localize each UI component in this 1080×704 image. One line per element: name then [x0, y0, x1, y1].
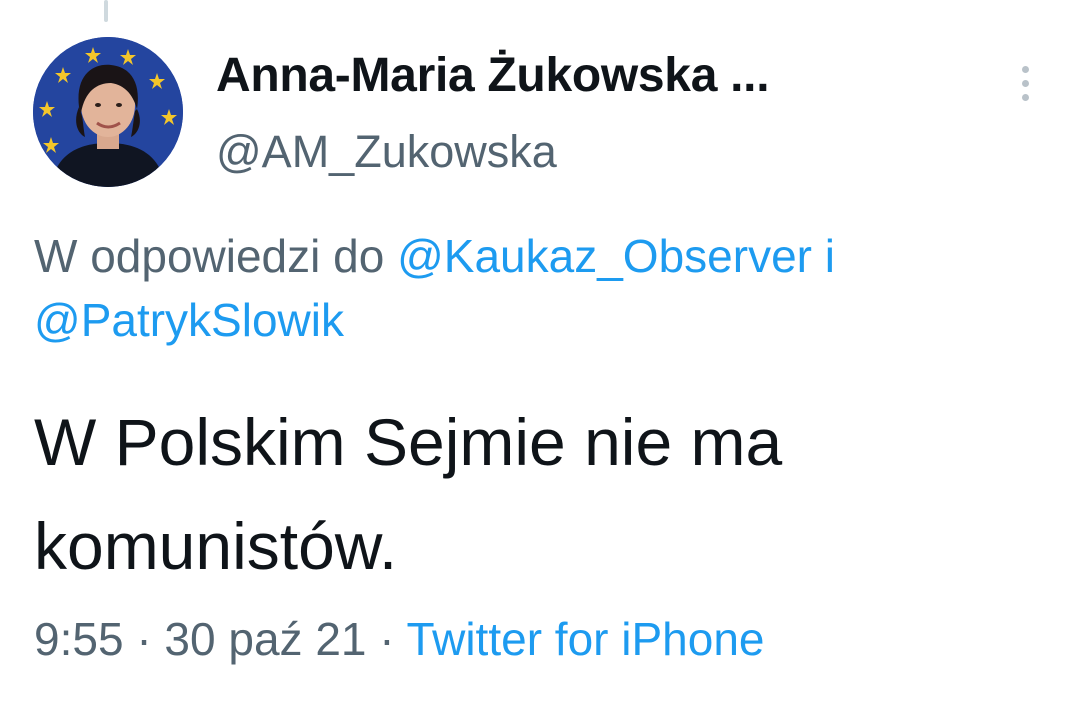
tweet-time[interactable]: 9:55: [34, 613, 124, 665]
meta-separator: ·: [136, 613, 152, 665]
reply-context-conjunction: i: [824, 230, 835, 282]
avatar-photo: [33, 37, 183, 187]
meta-separator: ·: [379, 613, 395, 665]
more-vertical-icon: [1021, 65, 1029, 73]
author-display-name[interactable]: Anna-Maria Żukowska ...: [216, 48, 770, 103]
tweet-text: W Polskim Sejmie nie ma komunistów.: [34, 405, 783, 583]
author-handle[interactable]: @AM_Zukowska: [216, 126, 557, 178]
more-options-button[interactable]: [1008, 58, 1042, 108]
reply-context: W odpowiedzi do @Kaukaz_Observer i @Patr…: [34, 224, 1054, 352]
tweet-date[interactable]: 30 paź 21: [164, 613, 366, 665]
thread-connector-line: [104, 0, 108, 22]
tweet-source-link[interactable]: Twitter for iPhone: [407, 613, 765, 665]
mention-link-kaukaz[interactable]: @Kaukaz_Observer: [397, 230, 812, 282]
avatar[interactable]: [33, 37, 183, 187]
tweet-meta: 9:55 · 30 paź 21 · Twitter for iPhone: [34, 612, 764, 666]
mention-link-patryk[interactable]: @PatrykSlowik: [34, 294, 344, 346]
reply-context-prefix: W odpowiedzi do: [34, 230, 385, 282]
